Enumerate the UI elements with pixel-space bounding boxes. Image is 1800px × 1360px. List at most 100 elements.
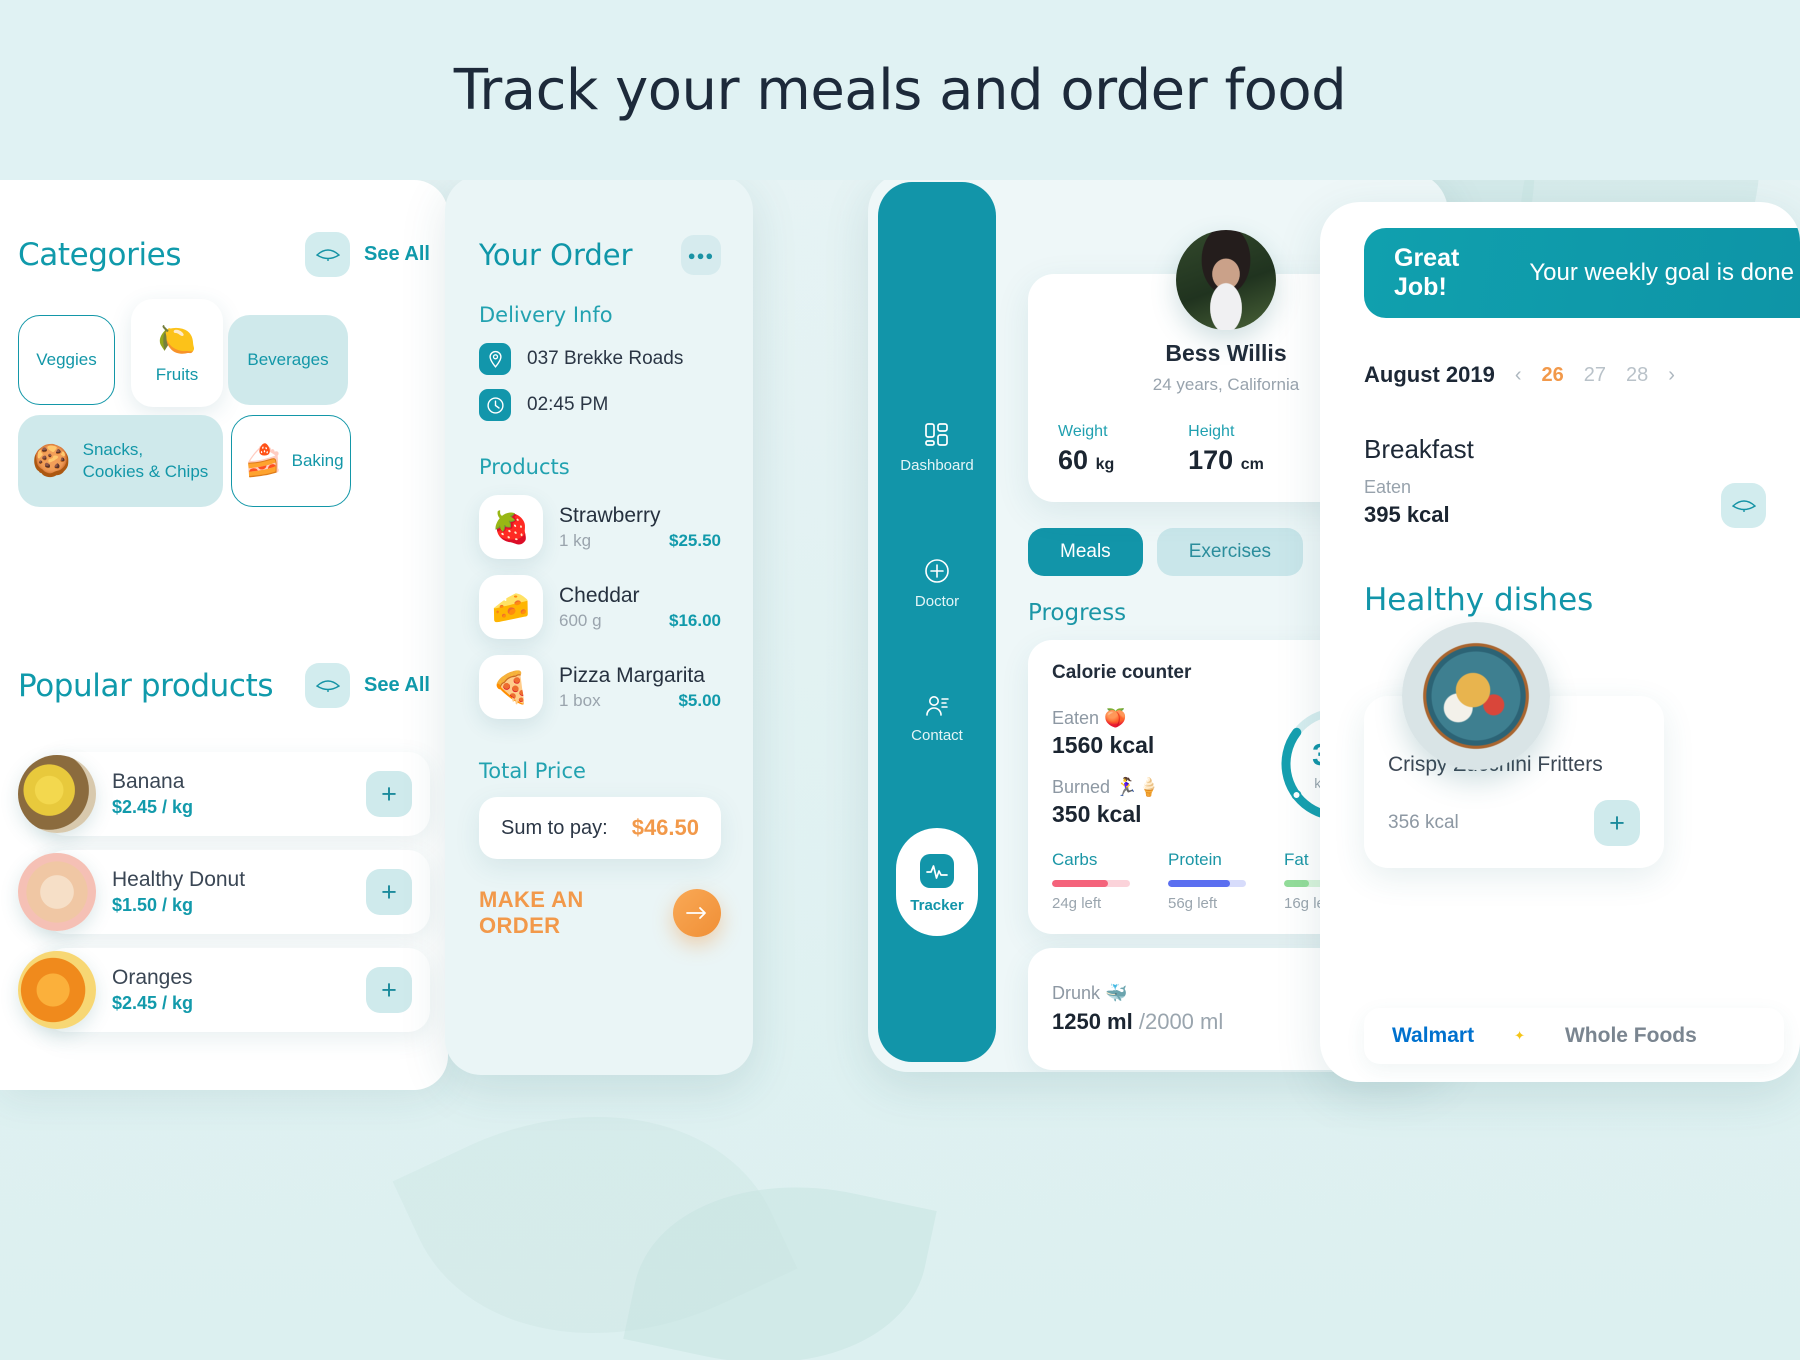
category-fruits[interactable]: 🍋 Fruits — [131, 299, 223, 407]
sum-to-pay-card: Sum to pay: $46.50 — [479, 797, 721, 859]
screens-stage: Categories See All Veggies 🍋 Fruits Beve… — [0, 172, 1800, 1090]
dish-kcal: 356 kcal — [1388, 812, 1459, 834]
calendar-day-26[interactable]: 26 — [1542, 364, 1564, 387]
category-baking[interactable]: 🍰 Baking — [231, 415, 351, 507]
order-more-button[interactable]: ●●● — [681, 235, 721, 275]
user-avatar[interactable] — [1176, 230, 1276, 330]
order-product-name: Strawberry — [559, 503, 661, 527]
sidebar-item-doctor[interactable]: Doctor — [878, 558, 996, 610]
stat-weight: Weight 60 kg — [1058, 423, 1114, 476]
healthy-dishes-title: Healthy dishes — [1364, 582, 1594, 618]
order-product-row[interactable]: 🍕 Pizza Margarita 1 box $5.00 — [479, 655, 721, 719]
water-total: /2000 ml — [1138, 1009, 1224, 1034]
category-label: Beverages — [247, 349, 329, 369]
make-order-button[interactable] — [673, 889, 721, 937]
categories-grid: Veggies 🍋 Fruits Beverages 🍪 Snacks, Coo… — [18, 299, 430, 535]
category-label: Baking — [291, 450, 344, 470]
strawberry-icon: 🍓 — [479, 495, 543, 559]
sidebar-item-label: Contact — [911, 727, 963, 744]
category-label: Snacks, Cookies & Chips — [82, 439, 209, 481]
product-row[interactable]: Oranges $2.45 / kg + — [18, 948, 430, 1032]
macro-left: 24g left — [1052, 895, 1102, 912]
meals-screen: Great Job! Your weekly goal is done Augu… — [1320, 202, 1800, 1082]
tab-exercises[interactable]: Exercises — [1156, 528, 1304, 576]
product-info: Banana $2.45 / kg — [112, 770, 352, 818]
macro-carbs: Carbs 24g left — [1052, 850, 1168, 912]
make-order-row[interactable]: MAKE AN ORDER — [479, 887, 721, 939]
tracker-sidebar: Dashboard Doctor Contact Tracker — [878, 182, 996, 1062]
order-product-row[interactable]: 🍓 Strawberry 1 kg $25.50 — [479, 495, 721, 559]
cake-icon: 🍰 — [244, 442, 283, 478]
popular-eye-button[interactable] — [305, 663, 351, 708]
make-order-label: MAKE AN ORDER — [479, 887, 584, 938]
product-name: Oranges — [112, 966, 193, 989]
sidebar-item-label: Doctor — [914, 593, 960, 610]
popular-see-all[interactable]: See All — [364, 674, 430, 697]
categories-title: Categories — [18, 236, 182, 273]
banner-text: Your weekly goal is done — [1529, 259, 1794, 286]
eaten-label: Eaten 🍑 — [1052, 708, 1127, 728]
tab-meals[interactable]: Meals — [1028, 528, 1143, 576]
product-name: Banana — [112, 770, 185, 793]
delivery-info-title: Delivery Info — [479, 303, 613, 327]
calendar-day-28[interactable]: 28 — [1626, 364, 1648, 387]
water-value: 1250 ml /2000 ml — [1052, 1009, 1224, 1034]
order-product-body: Pizza Margarita 1 box $5.00 — [559, 664, 721, 711]
category-snacks[interactable]: 🍪 Snacks, Cookies & Chips — [18, 415, 223, 507]
meal-eaten-label: Eaten — [1364, 477, 1412, 497]
delivery-time-row[interactable]: 02:45 PM — [479, 389, 721, 421]
product-row[interactable]: Healthy Donut $1.50 / kg + — [18, 850, 430, 934]
dish-card[interactable]: Crispy Zucchini Fritters 356 kcal + — [1364, 622, 1664, 869]
location-pin-icon — [479, 343, 511, 375]
delivery-address-row[interactable]: 037 Brekke Roads — [479, 343, 721, 375]
stat-value: 60 kg — [1058, 445, 1115, 475]
chevron-left-icon[interactable]: ‹ — [1515, 364, 1522, 387]
add-product-button[interactable]: + — [366, 967, 412, 1013]
user-list-icon — [926, 696, 949, 716]
sidebar-item-dashboard[interactable]: Dashboard — [878, 422, 996, 474]
product-price: $2.45 / kg — [112, 993, 194, 1013]
order-product-name: Cheddar — [559, 583, 640, 607]
plus-icon: + — [1609, 807, 1625, 838]
macro-protein: Protein 56g left — [1168, 850, 1284, 912]
popular-title: Popular products — [18, 667, 274, 704]
category-label: Fruits — [155, 365, 199, 385]
order-product-qty: 1 kg — [559, 530, 592, 550]
plus-icon: + — [381, 778, 397, 809]
product-row[interactable]: Banana $2.45 / kg + — [18, 752, 430, 836]
zucchini-fritters-photo — [1402, 622, 1550, 770]
sum-to-pay-value: $46.50 — [631, 815, 699, 840]
popular-products-list: Banana $2.45 / kg + Healthy Donut $1.50 … — [18, 752, 430, 1032]
meal-eaten-value: 395 kcal — [1364, 502, 1450, 527]
calendar-day-27[interactable]: 27 — [1584, 364, 1606, 387]
banner-bold-text: Great Job! — [1394, 244, 1460, 301]
runner-icecream-icon: 🏃‍♀️🍦 — [1115, 777, 1160, 797]
chevron-right-icon[interactable]: › — [1668, 364, 1675, 387]
order-product-qty: 1 box — [559, 690, 601, 710]
breakfast-eye-button[interactable] — [1721, 483, 1766, 528]
stat-label: Height — [1188, 423, 1235, 440]
sidebar-item-tracker[interactable]: Tracker — [896, 828, 978, 936]
order-title: Your Order — [479, 238, 633, 272]
categories-see-all[interactable]: See All — [364, 243, 430, 266]
add-product-button[interactable]: + — [366, 869, 412, 915]
add-dish-button[interactable]: + — [1594, 800, 1640, 847]
walmart-logo[interactable]: Walmart — [1392, 1024, 1474, 1048]
product-price: $1.50 / kg — [112, 895, 194, 915]
store-screen: Categories See All Veggies 🍋 Fruits Beve… — [0, 180, 448, 1090]
order-screen: Your Order ●●● Delivery Info 037 Brekke … — [445, 175, 753, 1075]
pizza-icon: 🍕 — [479, 655, 543, 719]
categories-eye-button[interactable] — [305, 232, 351, 277]
category-veggies[interactable]: Veggies — [18, 315, 115, 405]
banana-photo — [18, 755, 96, 833]
macro-label: Carbs — [1052, 850, 1098, 869]
whole-foods-logo[interactable]: Whole Foods — [1565, 1024, 1697, 1048]
popular-header: Popular products See All — [18, 663, 430, 708]
order-product-row[interactable]: 🧀 Cheddar 600 g $16.00 — [479, 575, 721, 639]
add-product-button[interactable]: + — [366, 771, 412, 817]
eaten-value: 1560 kcal — [1052, 732, 1155, 758]
sidebar-item-contact[interactable]: Contact — [878, 694, 996, 744]
page-header: Track your meals and order food — [0, 0, 1800, 180]
category-beverages[interactable]: Beverages — [228, 315, 348, 405]
peach-icon: 🍑 — [1104, 708, 1127, 728]
